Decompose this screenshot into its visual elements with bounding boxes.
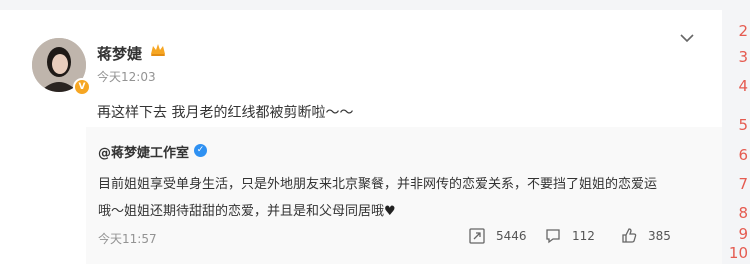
like-button[interactable]: 385 bbox=[620, 227, 671, 245]
repost-box[interactable]: @蒋梦婕工作室 ✓ 目前姐姐享受单身生活，只是外地朋友来北京聚餐，并非网传的恋爱… bbox=[86, 127, 722, 264]
repost-text-line-1: 目前姐姐享受单身生活，只是外地朋友来北京聚餐，并非网传的恋爱关系，不要挡了姐姐的… bbox=[98, 177, 658, 192]
side-number: 8 bbox=[738, 204, 748, 222]
top-strip bbox=[0, 0, 722, 10]
forward-count: 5446 bbox=[496, 229, 527, 243]
forward-icon bbox=[469, 228, 485, 244]
verified-icon: ✓ bbox=[194, 144, 207, 157]
side-number: 6 bbox=[738, 146, 748, 164]
side-number: 5 bbox=[738, 116, 748, 134]
weibo-card: V 蒋梦婕 今天12:03 再这样下去 我月老的红线都被剪断啦～～ @蒋梦婕工作… bbox=[0, 10, 722, 264]
repost-text-line-2: 哦～姐姐还期待甜甜的恋爱，并且是和父母同居哦♥ bbox=[98, 200, 396, 219]
verified-icon: V bbox=[73, 78, 91, 96]
comment-count: 112 bbox=[572, 229, 595, 243]
side-number: 10 bbox=[728, 244, 748, 262]
author-name[interactable]: 蒋梦婕 bbox=[97, 43, 142, 64]
side-number: 4 bbox=[738, 77, 748, 95]
side-rank-strip: 2 3 4 5 6 7 8 9 10 bbox=[722, 0, 750, 264]
repost-text-line-2-text: 哦～姐姐还期待甜甜的恋爱，并且是和父母同居哦 bbox=[98, 204, 385, 219]
forward-button[interactable]: 5446 bbox=[468, 227, 527, 245]
post-time[interactable]: 今天12:03 bbox=[97, 68, 156, 85]
side-number: 7 bbox=[738, 175, 748, 193]
like-count: 385 bbox=[648, 229, 671, 243]
side-number: 9 bbox=[738, 225, 748, 243]
post-text: 再这样下去 我月老的红线都被剪断啦～～ bbox=[97, 105, 354, 121]
chevron-down-icon[interactable] bbox=[679, 32, 695, 44]
side-number: 2 bbox=[738, 22, 748, 40]
comment-button[interactable]: 112 bbox=[544, 227, 595, 245]
repost-author[interactable]: @蒋梦婕工作室 bbox=[98, 142, 189, 161]
like-icon bbox=[622, 228, 637, 243]
heart-icon: ♥ bbox=[384, 204, 396, 219]
crown-icon[interactable] bbox=[149, 41, 167, 59]
comment-icon bbox=[546, 229, 560, 244]
side-number: 3 bbox=[738, 48, 748, 66]
repost-time[interactable]: 今天11:57 bbox=[98, 230, 157, 247]
